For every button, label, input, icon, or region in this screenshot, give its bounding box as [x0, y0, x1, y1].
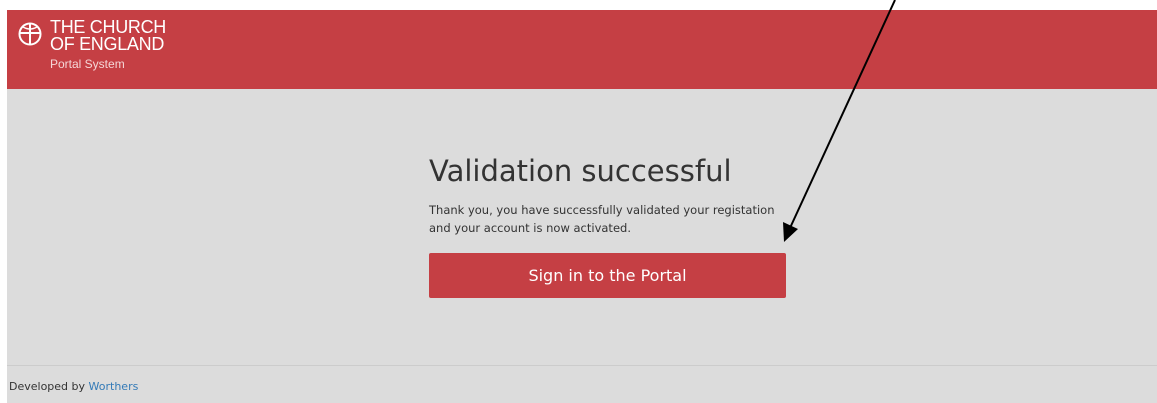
page-title: Validation successful [429, 154, 732, 188]
page: THE CHURCH OF ENGLAND Portal System Vali… [0, 0, 1157, 403]
footer-credit: Developed by Worthers [9, 380, 138, 393]
portal-system-subtitle: Portal System [50, 57, 125, 71]
logo-line-2: OF ENGLAND [50, 34, 165, 54]
cross-circle-icon [18, 22, 42, 46]
logo[interactable]: THE CHURCH OF ENGLAND Portal System [18, 18, 166, 71]
sign-in-button[interactable]: Sign in to the Portal [429, 253, 786, 298]
header-bar: THE CHURCH OF ENGLAND Portal System [7, 10, 1157, 89]
logo-text: THE CHURCH OF ENGLAND Portal System [50, 18, 166, 71]
validation-message: Thank you, you have successfully validat… [429, 203, 775, 235]
footer: Developed by Worthers [7, 365, 1157, 403]
validation-panel: Validation successful Thank you, you hav… [429, 153, 789, 237]
developer-link[interactable]: Worthers [89, 380, 139, 393]
footer-developed-by: Developed by [9, 380, 86, 393]
portal-window: THE CHURCH OF ENGLAND Portal System Vali… [7, 10, 1157, 403]
